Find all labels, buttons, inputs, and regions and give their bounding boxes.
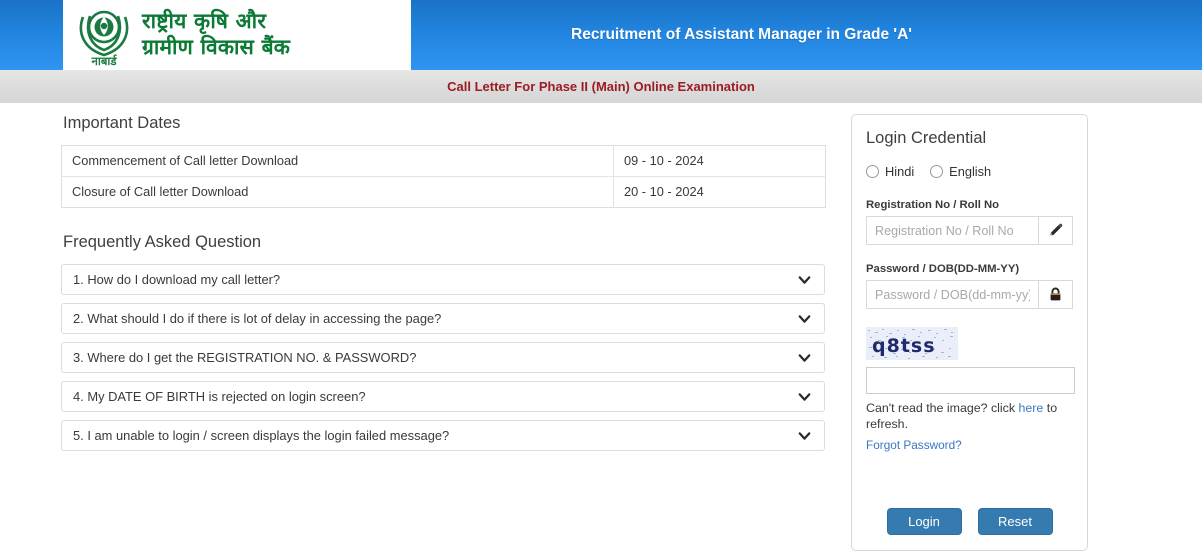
faq-item-5[interactable]: 5. I am unable to login / screen display… bbox=[61, 420, 825, 451]
language-option-english[interactable]: English bbox=[930, 164, 991, 179]
captcha-help-text: Can't read the image? click here to refr… bbox=[866, 400, 1071, 432]
faq-item-3[interactable]: 3. Where do I get the REGISTRATION NO. &… bbox=[61, 342, 825, 373]
registration-addon[interactable] bbox=[1038, 216, 1073, 245]
chevron-down-icon[interactable] bbox=[798, 351, 811, 364]
captcha-text: q8tss bbox=[872, 335, 936, 357]
brand-logo-line2: ग्रामीण विकास बैंक bbox=[142, 35, 291, 59]
date-label: Closure of Call letter Download bbox=[61, 176, 614, 208]
faq-item-label: 2. What should I do if there is lot of d… bbox=[73, 311, 442, 326]
registration-field-label: Registration No / Roll No bbox=[866, 199, 1000, 211]
faq-item-label: 1. How do I download my call letter? bbox=[73, 272, 281, 287]
date-value: 09 - 10 - 2024 bbox=[624, 153, 704, 168]
registration-input-group bbox=[866, 216, 1073, 245]
captcha-input[interactable] bbox=[866, 367, 1075, 394]
faq-list: 1. How do I download my call letter? 2. … bbox=[61, 264, 825, 451]
forgot-password-link[interactable]: Forgot Password? bbox=[866, 438, 962, 452]
lock-icon[interactable] bbox=[1047, 286, 1064, 303]
faq-heading: Frequently Asked Question bbox=[63, 233, 262, 251]
faq-item-label: 3. Where do I get the REGISTRATION NO. &… bbox=[73, 350, 417, 365]
important-dates-table: Commencement of Call letter Download 09 … bbox=[61, 145, 826, 208]
subheader-title: Call Letter For Phase II (Main) Online E… bbox=[447, 79, 755, 94]
table-row: Closure of Call letter Download 20 - 10 … bbox=[61, 176, 826, 208]
brand-logo-block: नाबार्ड राष्ट्रीय कृषि और ग्रामीण विकास … bbox=[63, 0, 411, 70]
date-label: Commencement of Call letter Download bbox=[61, 145, 614, 177]
important-dates-heading: Important Dates bbox=[63, 114, 181, 132]
date-value: 20 - 10 - 2024 bbox=[613, 176, 826, 208]
brand-logo-text: राष्ट्रीय कृषि और ग्रामीण विकास बैंक bbox=[142, 9, 290, 60]
captcha-help-prefix: Can't read the image? click bbox=[866, 401, 1019, 415]
login-panel: Login Credential Hindi English Registrat… bbox=[851, 114, 1088, 551]
left-column: Important Dates Commencement of Call let… bbox=[61, 114, 826, 459]
language-option-hindi[interactable]: Hindi bbox=[866, 164, 914, 179]
page-title: Recruitment of Assistant Manager in Grad… bbox=[571, 26, 912, 43]
registration-input[interactable] bbox=[866, 216, 1038, 245]
captcha-image: q8tss bbox=[866, 327, 958, 360]
chevron-down-icon[interactable] bbox=[798, 273, 811, 286]
chevron-down-icon[interactable] bbox=[798, 312, 811, 325]
password-input[interactable] bbox=[866, 280, 1038, 309]
password-addon[interactable] bbox=[1038, 280, 1073, 309]
radio-hindi[interactable] bbox=[866, 165, 879, 178]
captcha-refresh-link[interactable]: here bbox=[1019, 401, 1044, 415]
password-field-label: Password / DOB(DD-MM-YY) bbox=[866, 263, 1020, 275]
login-button-row: Login Reset bbox=[852, 508, 1087, 535]
chevron-down-icon[interactable] bbox=[798, 390, 811, 403]
brand-logo-line1: राष्ट्रीय कृषि और bbox=[142, 9, 267, 34]
faq-item-2[interactable]: 2. What should I do if there is lot of d… bbox=[61, 303, 825, 334]
main-content: Important Dates Commencement of Call let… bbox=[0, 103, 1202, 556]
nabard-logo-icon: नाबार्ड bbox=[79, 10, 129, 67]
subheader-bar: Call Letter For Phase II (Main) Online E… bbox=[0, 70, 1202, 103]
radio-english[interactable] bbox=[930, 165, 944, 178]
faq-item-label: 5. I am unable to login / screen display… bbox=[73, 428, 450, 443]
page-header: नाबार्ड राष्ट्रीय कृषि और ग्रामीण विकास … bbox=[0, 0, 1202, 70]
chevron-down-icon[interactable] bbox=[798, 429, 811, 442]
reset-button[interactable]: Reset bbox=[977, 508, 1053, 535]
faq-item-label: 4. My DATE OF BIRTH is rejected on login… bbox=[73, 389, 366, 404]
faq-item-1[interactable]: 1. How do I download my call letter? bbox=[61, 264, 825, 295]
login-button[interactable]: Login bbox=[886, 508, 962, 535]
faq-item-4[interactable]: 4. My DATE OF BIRTH is rejected on login… bbox=[61, 381, 825, 412]
password-input-group bbox=[866, 280, 1073, 309]
language-option-english-label: English bbox=[949, 164, 992, 179]
pencil-icon[interactable] bbox=[1047, 222, 1064, 239]
language-option-hindi-label: Hindi bbox=[885, 164, 915, 179]
nabard-logo-caption: नाबार्ड bbox=[90, 54, 117, 67]
language-selector: Hindi English bbox=[866, 164, 1073, 179]
table-row: Commencement of Call letter Download 09 … bbox=[61, 145, 826, 177]
login-panel-title: Login Credential bbox=[866, 129, 987, 147]
